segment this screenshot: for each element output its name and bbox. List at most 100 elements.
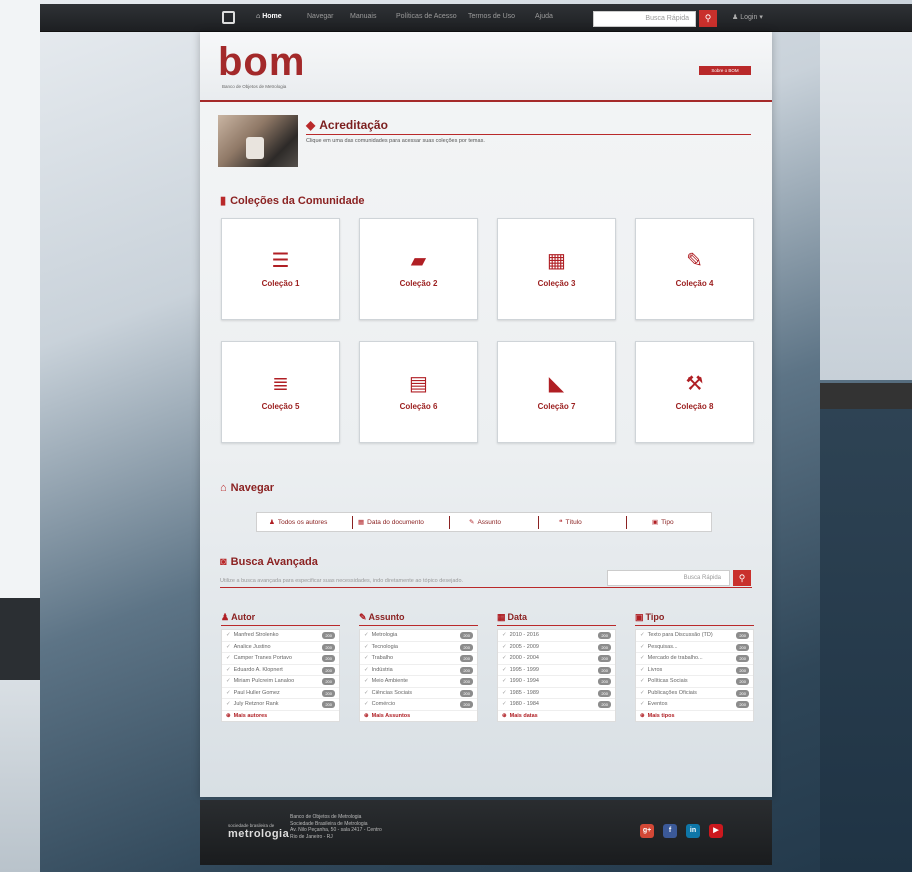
list-item[interactable]: ✓ 2000 - 2004 200 bbox=[498, 653, 615, 665]
background-left-panel bbox=[0, 0, 40, 680]
collection-card-3[interactable]: ▦ Coleção 3 bbox=[497, 218, 616, 320]
facet-assunto: ✎ Assunto ✓ Metrologia 200 ✓ Tecnologia 200 ✓… bbox=[359, 612, 478, 722]
list-item[interactable]: ✓ Miriam Pulcreim Lanaloo 200 bbox=[222, 676, 339, 688]
list-item[interactable]: ✓ Eduardo A. Klopnert 200 bbox=[222, 665, 339, 676]
list-item[interactable]: ✓ Metrologia 200 bbox=[360, 630, 477, 642]
facet-data: ▦ Data ✓ 2010 - 2016 200 ✓ 2005 - 2009 200 ✓ 2… bbox=[497, 612, 616, 722]
more-dates-link[interactable]: ⊕ Mais datas bbox=[498, 711, 615, 721]
linkedin-icon[interactable]: in bbox=[686, 824, 700, 838]
top-navbar: ⌂ Home Navegar Manuais Políticas de Aces… bbox=[40, 4, 912, 32]
archive-icon: ▣ bbox=[635, 612, 644, 622]
list-item[interactable]: ✓ 1980 - 1984 200 bbox=[498, 699, 615, 711]
archive-icon: ▣ bbox=[652, 519, 659, 526]
list-item[interactable]: ✓ 1995 - 1999 200 bbox=[498, 665, 615, 676]
browse-type[interactable]: ▣ Tipo bbox=[652, 518, 674, 526]
collection-card-5[interactable]: ≣ Coleção 5 bbox=[221, 341, 340, 443]
collection-card-7[interactable]: ◣ Coleção 7 bbox=[497, 341, 616, 443]
list-item[interactable]: ✓ Indústria 200 bbox=[360, 665, 477, 676]
google-plus-icon[interactable]: g+ bbox=[640, 824, 654, 838]
list-item[interactable]: ✓ Tecnologia 200 bbox=[360, 642, 477, 653]
list-item[interactable]: ✓ 2005 - 2009 200 bbox=[498, 642, 615, 653]
collection-card-8[interactable]: ⚒ Coleção 8 bbox=[635, 341, 754, 443]
check-icon: ✓ bbox=[226, 701, 231, 707]
collection-card-6[interactable]: ▤ Coleção 6 bbox=[359, 341, 478, 443]
check-icon: ✓ bbox=[364, 643, 369, 650]
collection-card-4[interactable]: ✎ Coleção 4 bbox=[635, 218, 754, 320]
list-item[interactable]: ✓ Livros 200 bbox=[636, 665, 753, 676]
search-icon: ⚲ bbox=[738, 573, 746, 583]
check-icon: ✓ bbox=[502, 689, 507, 696]
quick-search-button[interactable]: ⚲ bbox=[699, 10, 717, 27]
list-item[interactable]: ✓ Ciências Sociais 200 bbox=[360, 688, 477, 699]
nav-home[interactable]: ⌂ Home bbox=[256, 13, 282, 20]
list-item[interactable]: ✓ Publicações Oficiais 200 bbox=[636, 688, 753, 699]
list-item[interactable]: ✓ Analice Justino 200 bbox=[222, 642, 339, 653]
edit-icon: ✎ bbox=[469, 519, 475, 526]
list-item[interactable]: ✓ Paul Huller Gomez 200 bbox=[222, 688, 339, 699]
quick-search-input[interactable]: Busca Rápida bbox=[593, 11, 696, 27]
login-menu[interactable]: ♟ Login ▾ bbox=[732, 13, 763, 21]
list-item[interactable]: ✓ Pesquisas... 200 bbox=[636, 642, 753, 653]
facet-tipo: ▣ Tipo ✓ Texto para Discussão (TD) 200 ✓ Pes… bbox=[635, 612, 754, 722]
check-icon: ✓ bbox=[226, 655, 231, 661]
list-item[interactable]: ✓ 2010 - 2016 200 bbox=[498, 630, 615, 642]
about-button[interactable]: Sobre o BOM bbox=[699, 66, 751, 75]
advanced-search-heading: ◙ Busca Avançada bbox=[220, 556, 318, 568]
nav-navegar[interactable]: Navegar bbox=[307, 13, 333, 20]
facet-list: ✓ Metrologia 200 ✓ Tecnologia 200 ✓ Trabalho 2… bbox=[359, 629, 478, 722]
check-icon: ✓ bbox=[640, 666, 645, 673]
count-badge: 200 bbox=[598, 678, 611, 685]
list-item[interactable]: ✓ 1985 - 1989 200 bbox=[498, 688, 615, 699]
site-logo[interactable]: bom bbox=[218, 42, 305, 82]
list-item[interactable]: ✓ July Retznor Rank 200 bbox=[222, 699, 339, 711]
background-right-panel bbox=[820, 30, 912, 380]
nav-politicas[interactable]: Políticas de Acesso bbox=[396, 13, 457, 20]
list-item[interactable]: ✓ Texto para Discussão (TD) 200 bbox=[636, 630, 753, 642]
nav-ajuda[interactable]: Ajuda bbox=[535, 13, 553, 20]
list-item[interactable]: ✓ Comércio 200 bbox=[360, 699, 477, 711]
collection-card-1[interactable]: ☰ Coleção 1 bbox=[221, 218, 340, 320]
count-badge: 200 bbox=[322, 643, 335, 651]
count-badge: 200 bbox=[598, 701, 611, 708]
browse-authors[interactable]: ♟ Todos os autores bbox=[269, 518, 327, 526]
count-badge: 200 bbox=[460, 701, 473, 708]
advanced-search-input[interactable]: Busca Rápida bbox=[607, 570, 730, 586]
check-icon: ✓ bbox=[640, 632, 645, 638]
check-icon: ✓ bbox=[640, 701, 645, 707]
list-item[interactable]: ✓ Mercado de trabalho... 200 bbox=[636, 653, 753, 665]
more-subjects-link[interactable]: ⊕ Mais Assuntos bbox=[360, 711, 477, 721]
check-icon: ✓ bbox=[502, 678, 507, 684]
divider bbox=[626, 516, 627, 529]
check-icon: ✓ bbox=[502, 655, 507, 661]
list-item[interactable]: ✓ Eventos 200 bbox=[636, 699, 753, 711]
facet-list: ✓ Texto para Discussão (TD) 200 ✓ Pesquisas… bbox=[635, 629, 754, 722]
tags-icon: ◆ bbox=[306, 118, 316, 132]
brand-icon[interactable] bbox=[222, 11, 235, 24]
check-icon: ✓ bbox=[364, 666, 369, 673]
list-item[interactable]: ✓ Meio Ambiente 200 bbox=[360, 676, 477, 688]
facet-heading: ▦ Data bbox=[497, 612, 616, 626]
advanced-search-button[interactable]: ⚲ bbox=[733, 570, 751, 586]
browse-date[interactable]: ▦ Data do documento bbox=[358, 518, 424, 526]
list-item[interactable]: ✓ Manfred Strolenko 200 bbox=[222, 630, 339, 642]
youtube-icon[interactable]: ▶ bbox=[709, 824, 723, 838]
more-types-link[interactable]: ⊕ Mais tipos bbox=[636, 711, 753, 721]
university-icon: ⌂ bbox=[220, 482, 227, 494]
check-icon: ✓ bbox=[502, 666, 507, 673]
browse-subject[interactable]: ✎ Assunto bbox=[469, 518, 501, 526]
footer-logo[interactable]: metrologia bbox=[228, 828, 289, 840]
collections-heading: ▮ Coleções da Comunidade bbox=[220, 195, 365, 207]
nav-manuais[interactable]: Manuais bbox=[350, 13, 376, 20]
list-item[interactable]: ✓ Trabalho 200 bbox=[360, 653, 477, 665]
list-item[interactable]: ✓ Políticas Sociais 200 bbox=[636, 676, 753, 688]
collection-card-2[interactable]: ▰ Coleção 2 bbox=[359, 218, 478, 320]
list-item[interactable]: ✓ 1990 - 1994 200 bbox=[498, 676, 615, 688]
more-authors-link[interactable]: ⊕ Mais autores bbox=[222, 711, 339, 721]
facebook-icon[interactable]: f bbox=[663, 824, 677, 838]
list-item[interactable]: ✓ Camper Tranes Portavo 200 bbox=[222, 653, 339, 665]
check-icon: ✓ bbox=[640, 643, 645, 650]
accreditation-description: Clique em uma das comunidades para acess… bbox=[306, 138, 485, 144]
browse-title[interactable]: ❝ Título bbox=[559, 518, 582, 526]
nav-termos[interactable]: Termos de Uso bbox=[468, 13, 515, 20]
facet-autor: ♟ Autor ✓ Manfred Strolenko 200 ✓ Analice Ju… bbox=[221, 612, 340, 722]
